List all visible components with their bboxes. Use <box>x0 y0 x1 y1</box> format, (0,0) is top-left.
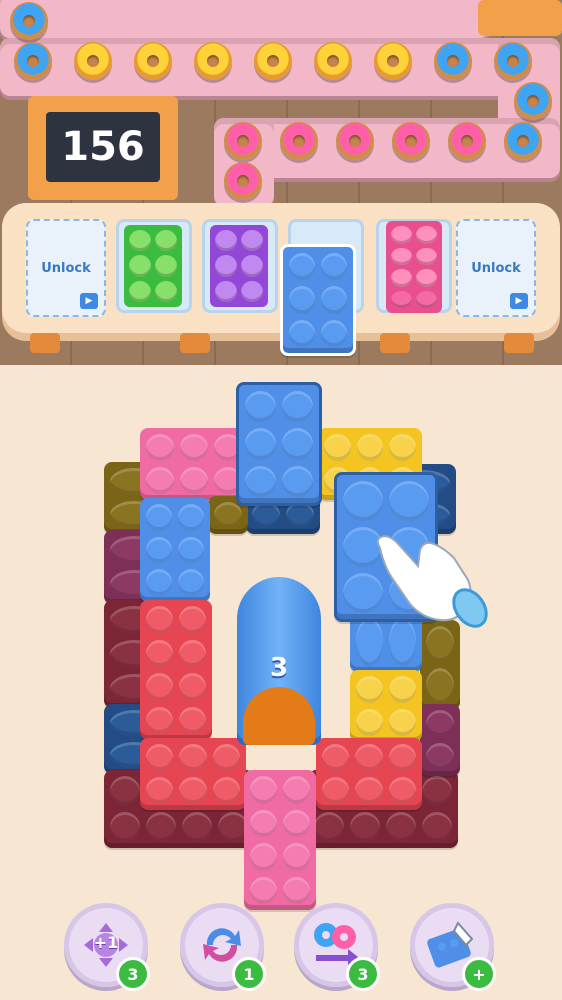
shuffle-powerup-button[interactable]: 1 <box>180 903 266 991</box>
donut-icon <box>14 42 52 80</box>
powerup-count-badge: 1 <box>232 957 266 991</box>
brick-blue-lifted[interactable] <box>236 382 322 506</box>
brick-pink[interactable] <box>244 770 316 910</box>
video-icon: ▶ <box>510 293 528 309</box>
powerup-count-badge: 3 <box>116 957 150 991</box>
donut-icon <box>254 42 292 80</box>
conveyor-belt-top <box>0 0 490 38</box>
purple-donut-box <box>210 225 268 307</box>
brick-red[interactable] <box>316 738 422 810</box>
brick-blue-in-slot[interactable] <box>280 244 356 356</box>
shelf-leg <box>380 333 410 353</box>
slot-1 <box>116 219 192 313</box>
tunnel-count: 3 <box>269 653 289 683</box>
donut-icon <box>374 42 412 80</box>
level-number: 156 <box>46 112 160 182</box>
tutorial-hand-icon <box>376 534 488 628</box>
video-icon: ▶ <box>80 293 98 309</box>
machine <box>478 0 562 36</box>
brick-yellow[interactable] <box>350 670 422 742</box>
donut-icon <box>134 42 172 80</box>
shelf-leg <box>504 333 534 353</box>
shelf-leg <box>180 333 210 353</box>
unlock-label: Unlock <box>471 260 521 276</box>
donut-icon <box>514 82 552 120</box>
tunnel[interactable]: 3 <box>237 577 321 745</box>
donut-icon <box>280 122 318 160</box>
slot-2 <box>202 219 278 313</box>
donut-icon <box>224 162 262 200</box>
plus-one-powerup-button[interactable]: +1 3 <box>64 903 150 991</box>
locked-slot-right[interactable]: Unlock ▶ <box>456 219 536 317</box>
green-donut-box <box>124 225 182 307</box>
brick-plum[interactable] <box>420 704 460 776</box>
brick-blue[interactable] <box>140 498 210 602</box>
level-board: 156 <box>28 96 178 200</box>
brick-red[interactable] <box>140 600 212 740</box>
donut-icon <box>392 122 430 160</box>
donut-icon <box>74 42 112 80</box>
unlock-label: Unlock <box>41 260 91 276</box>
tunnel-next-brick <box>243 687 315 745</box>
brick-pink[interactable] <box>140 428 248 500</box>
donut-icon <box>194 42 232 80</box>
donut-icon <box>504 122 542 160</box>
donut-icon <box>448 122 486 160</box>
donut-icon <box>494 42 532 80</box>
donut-icon <box>314 42 352 80</box>
donut-icon <box>434 42 472 80</box>
pink-donut-box <box>386 221 442 313</box>
swap-powerup-button[interactable]: 3 <box>294 903 380 991</box>
pick-powerup-button[interactable]: + <box>410 903 496 991</box>
powerup-add-badge: + <box>462 957 496 991</box>
donut-icon <box>336 122 374 160</box>
donut-icon <box>224 122 262 160</box>
donut-icon <box>10 2 48 40</box>
brick-olive[interactable] <box>420 620 460 710</box>
slot-4 <box>376 219 452 313</box>
powerup-count-badge: 3 <box>346 957 380 991</box>
plus-one-label: +1 <box>93 933 119 952</box>
locked-slot-left[interactable]: Unlock ▶ <box>26 219 106 317</box>
brick-red[interactable] <box>140 738 246 810</box>
shelf-leg <box>30 333 60 353</box>
